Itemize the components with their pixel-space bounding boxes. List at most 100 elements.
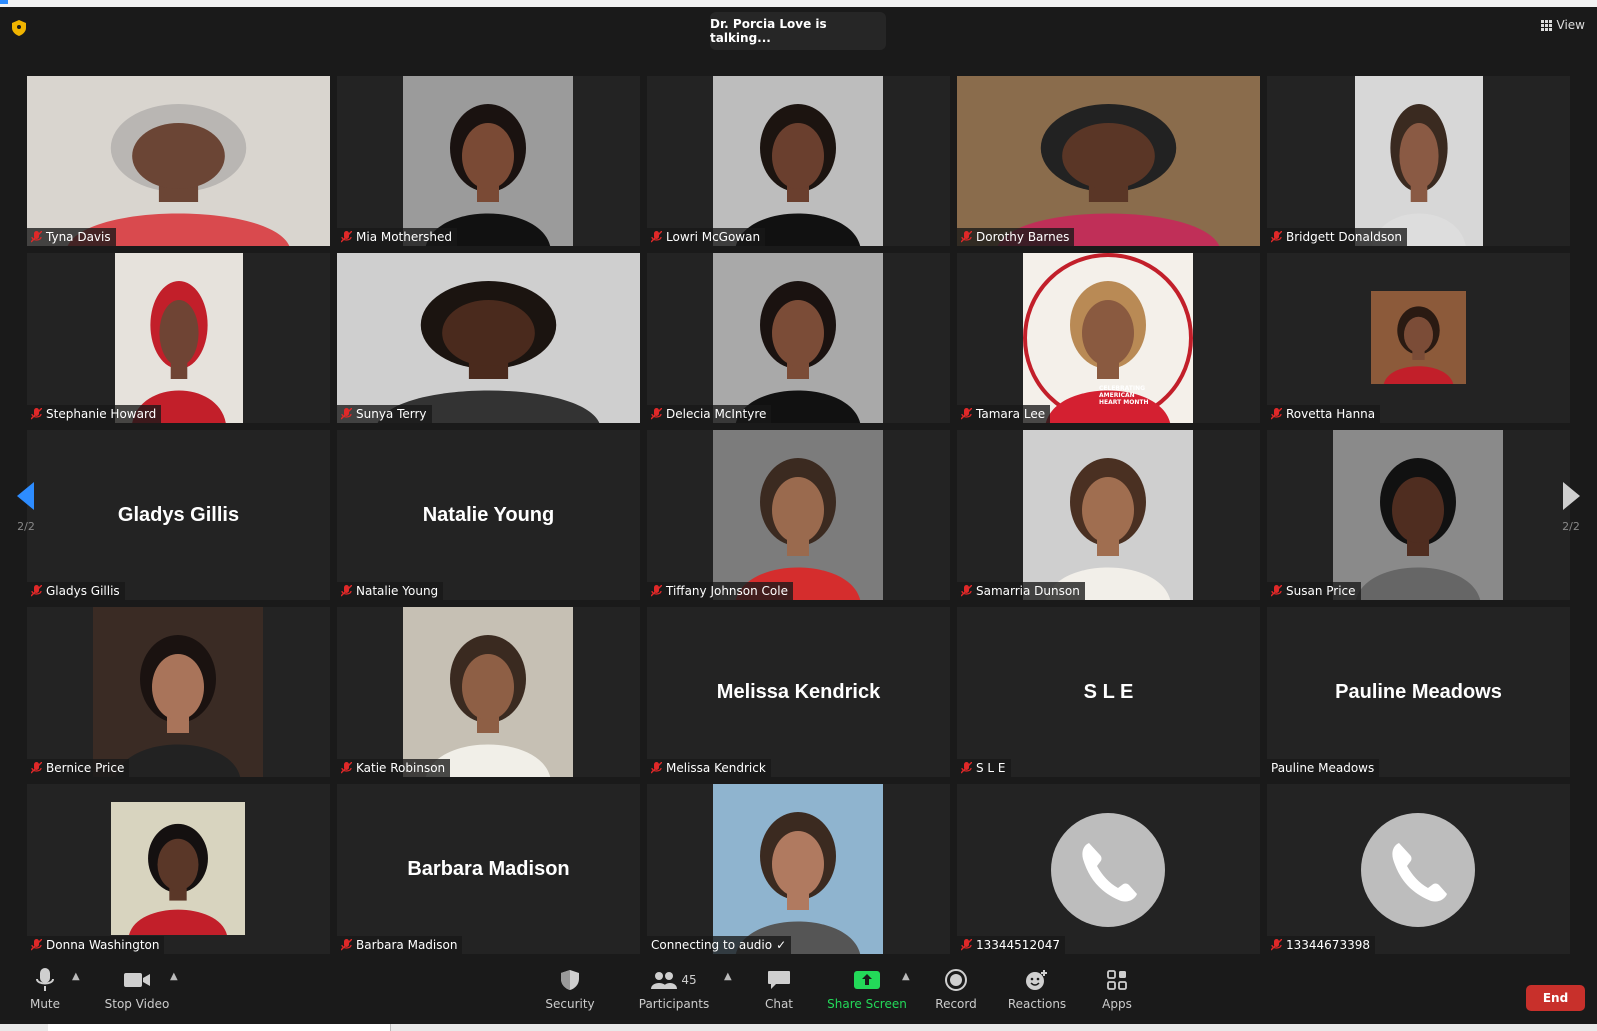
- video-camera-icon: [124, 973, 150, 987]
- video-tile[interactable]: Tyna Davis: [27, 76, 330, 246]
- participant-name-label: 13344673398: [1267, 936, 1375, 954]
- muted-microphone-icon: [341, 762, 352, 774]
- share-screen-button[interactable]: Share Screen: [824, 965, 910, 1015]
- participant-video: [403, 607, 573, 777]
- participant-video: [1355, 76, 1483, 246]
- participant-name-label: Samarria Dunson: [957, 582, 1085, 600]
- security-button[interactable]: Security: [527, 965, 613, 1015]
- taskbar-tab[interactable]: [48, 1024, 391, 1031]
- record-button[interactable]: Record: [913, 965, 999, 1015]
- video-options-caret[interactable]: ▲: [170, 971, 178, 982]
- video-tile[interactable]: Rovetta Hanna: [1267, 253, 1570, 423]
- participant-video: [713, 253, 883, 423]
- mute-label: Mute: [29, 997, 61, 1011]
- window-top-strip: [0, 0, 1597, 7]
- video-tile[interactable]: Susan Price: [1267, 430, 1570, 600]
- participant-name-label: Gladys Gillis: [27, 582, 125, 600]
- heart-month-overlay: CELEBRATING AMERICAN HEART MONTH: [1099, 385, 1149, 406]
- video-tile[interactable]: Natalie Young Natalie Young: [337, 430, 640, 600]
- video-tile[interactable]: Stephanie Howard: [27, 253, 330, 423]
- participant-name: Samarria Dunson: [976, 584, 1080, 598]
- participant-name: Rovetta Hanna: [1286, 407, 1376, 421]
- muted-microphone-icon: [1271, 939, 1282, 951]
- video-tile[interactable]: Gladys Gillis Gladys Gillis: [27, 430, 330, 600]
- phone-icon: [1392, 843, 1447, 902]
- video-tile[interactable]: Bernice Price: [27, 607, 330, 777]
- reactions-button[interactable]: Reactions: [994, 965, 1080, 1015]
- video-tile[interactable]: 13344512047: [957, 784, 1260, 954]
- video-tile[interactable]: Dorothy Barnes: [957, 76, 1260, 246]
- emoji-plus-icon: [1026, 970, 1047, 990]
- video-tile[interactable]: Delecia McIntyre: [647, 253, 950, 423]
- participant-name: Melissa Kendrick: [666, 761, 766, 775]
- phone-icon: [1082, 843, 1137, 902]
- muted-microphone-icon: [341, 585, 352, 597]
- video-tile[interactable]: Mia Mothershed: [337, 76, 640, 246]
- participant-name: Mia Mothershed: [356, 230, 453, 244]
- page-indicator-right: 2/2: [1562, 519, 1580, 533]
- end-meeting-button[interactable]: End: [1526, 985, 1585, 1011]
- video-tile[interactable]: 13344673398: [1267, 784, 1570, 954]
- check-icon: ✓: [776, 938, 787, 952]
- muted-microphone-icon: [961, 939, 972, 951]
- video-tile[interactable]: Lowri McGowan: [647, 76, 950, 246]
- participant-name-label: Rovetta Hanna: [1267, 405, 1381, 423]
- shield-icon: [561, 970, 579, 990]
- participant-name: Susan Price: [1286, 584, 1356, 598]
- video-tile[interactable]: Melissa Kendrick Melissa Kendrick: [647, 607, 950, 777]
- participant-name: Gladys Gillis: [46, 584, 120, 598]
- muted-microphone-icon: [961, 408, 972, 420]
- page-indicator-left: 2/2: [17, 519, 35, 533]
- muted-microphone-icon: [31, 939, 42, 951]
- next-page-button[interactable]: 2/2: [1555, 462, 1587, 552]
- muted-microphone-icon: [961, 762, 972, 774]
- participant-name-label: S L E: [957, 759, 1011, 777]
- muted-microphone-icon: [651, 231, 662, 243]
- share-options-caret[interactable]: ▲: [902, 971, 910, 982]
- participant-name-label: Delecia McIntyre: [647, 405, 772, 423]
- muted-microphone-icon: [961, 231, 972, 243]
- video-tile[interactable]: Katie Robinson: [337, 607, 640, 777]
- muted-microphone-icon: [651, 585, 662, 597]
- muted-microphone-icon: [1271, 585, 1282, 597]
- previous-page-button[interactable]: 2/2: [10, 462, 42, 552]
- security-shield-icon[interactable]: [12, 20, 26, 36]
- video-tile[interactable]: Bridgett Donaldson: [1267, 76, 1570, 246]
- view-button[interactable]: View: [1540, 18, 1585, 32]
- overlay-line: HEART MONTH: [1099, 399, 1149, 406]
- video-tile[interactable]: S L E S L E: [957, 607, 1260, 777]
- participant-name: Tamara Lee: [976, 407, 1046, 421]
- apps-button[interactable]: Apps: [1074, 965, 1160, 1015]
- participants-options-caret[interactable]: ▲: [724, 971, 732, 982]
- video-tile[interactable]: Pauline Meadows Pauline Meadows: [1267, 607, 1570, 777]
- view-label: View: [1556, 18, 1585, 32]
- participant-name: Connecting to audio: [651, 938, 773, 952]
- muted-microphone-icon: [341, 231, 352, 243]
- video-tile[interactable]: Tiffany Johnson Cole: [647, 430, 950, 600]
- participant-name-label: 13344512047: [957, 936, 1065, 954]
- video-tile[interactable]: Samarria Dunson: [957, 430, 1260, 600]
- arrow-left-icon: [17, 481, 34, 510]
- participant-name-label: Bernice Price: [27, 759, 130, 777]
- active-speaker-banner: Dr. Porcia Love is talking...: [710, 12, 886, 50]
- participant-name-label: Tiffany Johnson Cole: [647, 582, 793, 600]
- participant-name: Bernice Price: [46, 761, 125, 775]
- video-tile[interactable]: Sunya Terry: [337, 253, 640, 423]
- share-screen-label: Share Screen: [827, 997, 907, 1011]
- participant-name: Pauline Meadows: [1271, 761, 1375, 775]
- video-tile[interactable]: CELEBRATING AMERICAN HEART MONTH Tamara Le…: [957, 253, 1260, 423]
- video-tile[interactable]: Barbara Madison Barbara Madison: [337, 784, 640, 954]
- video-tile[interactable]: Connecting to audio ✓: [647, 784, 950, 954]
- participant-name: Katie Robinson: [356, 761, 446, 775]
- muted-microphone-icon: [31, 408, 42, 420]
- participant-name: S L E: [976, 761, 1006, 775]
- participants-label: Participants: [638, 997, 710, 1011]
- stop-video-button[interactable]: Stop Video: [94, 965, 180, 1015]
- participants-button[interactable]: 45 Participants: [631, 965, 717, 1015]
- chat-button[interactable]: Chat: [736, 965, 822, 1015]
- audio-options-caret[interactable]: ▲: [72, 971, 80, 982]
- participant-name-label: Melissa Kendrick: [647, 759, 771, 777]
- participant-name: Tiffany Johnson Cole: [666, 584, 788, 598]
- participants-count: 45: [681, 973, 697, 987]
- video-tile[interactable]: Donna Washington: [27, 784, 330, 954]
